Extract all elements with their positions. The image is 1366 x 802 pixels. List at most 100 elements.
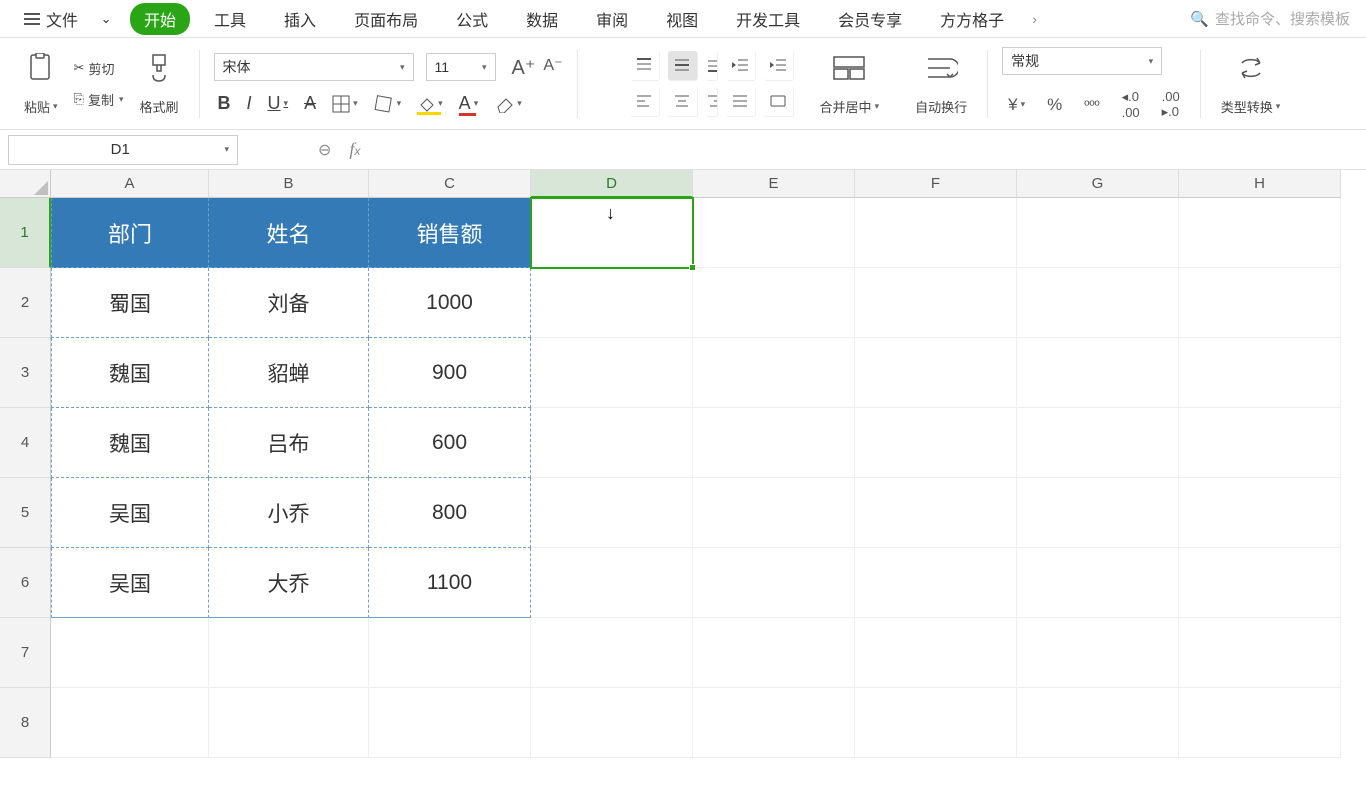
cell[interactable] [1179, 548, 1341, 618]
decrease-decimal-button[interactable]: ◂.0.00 [1122, 89, 1140, 120]
increase-decimal-button[interactable]: .00▸.0 [1162, 89, 1180, 120]
column-header[interactable]: B [209, 170, 369, 198]
cell[interactable] [855, 478, 1017, 548]
increase-indent-button[interactable] [764, 51, 794, 81]
distribute-button[interactable] [764, 87, 794, 117]
borders-button[interactable]: ▾ [332, 95, 358, 113]
align-center-button[interactable] [668, 87, 698, 117]
format-painter-button[interactable]: 格式刷 [134, 51, 185, 116]
file-menu-button[interactable]: 文件 [14, 3, 88, 35]
tab-formula[interactable]: 公式 [442, 1, 502, 37]
column-header[interactable]: H [1179, 170, 1341, 198]
select-all-corner[interactable] [0, 170, 51, 198]
tab-data[interactable]: 数据 [512, 1, 572, 37]
column-header[interactable]: E [693, 170, 855, 198]
column-header[interactable]: G [1017, 170, 1179, 198]
cell[interactable] [369, 688, 531, 758]
font-name-select[interactable]: 宋体▾ [214, 53, 414, 81]
font-size-select[interactable]: 11▾ [426, 53, 496, 81]
tab-review[interactable]: 审阅 [582, 1, 642, 37]
cell[interactable] [693, 478, 855, 548]
cell[interactable] [855, 338, 1017, 408]
cell[interactable]: 吴国 [51, 478, 209, 548]
cell[interactable] [693, 618, 855, 688]
cell[interactable]: 600 [369, 408, 531, 478]
type-convert-button[interactable]: 类型转换▾ [1215, 51, 1287, 116]
cell[interactable] [1179, 268, 1341, 338]
fill-color-button[interactable]: ▾ [417, 95, 443, 113]
decrease-font-icon[interactable]: A⁻ [543, 55, 562, 80]
cell[interactable] [1179, 338, 1341, 408]
cell[interactable]: 大乔 [209, 548, 369, 618]
row-header[interactable]: 8 [0, 688, 51, 758]
name-box[interactable]: D1 ▾ [8, 135, 238, 165]
cell[interactable] [1017, 688, 1179, 758]
cell[interactable]: 900 [369, 338, 531, 408]
strikethrough-button[interactable]: A [304, 93, 316, 114]
align-bottom-button[interactable] [706, 51, 718, 81]
row-header[interactable]: 2 [0, 268, 51, 338]
row-header[interactable]: 4 [0, 408, 51, 478]
tab-tools[interactable]: 工具 [200, 1, 260, 37]
currency-button[interactable]: ¥▾ [1008, 89, 1025, 120]
cell[interactable] [1179, 408, 1341, 478]
row-header[interactable]: 3 [0, 338, 51, 408]
cell[interactable] [1179, 688, 1341, 758]
cell[interactable]: 吴国 [51, 548, 209, 618]
italic-button[interactable]: I [247, 93, 252, 114]
cell[interactable] [531, 548, 693, 618]
underline-button[interactable]: U▾ [268, 93, 289, 114]
cell[interactable] [51, 618, 209, 688]
tab-view[interactable]: 视图 [652, 1, 712, 37]
cell[interactable]: 魏国 [51, 338, 209, 408]
cell[interactable]: 刘备 [209, 268, 369, 338]
tab-start[interactable]: 开始 [130, 3, 190, 35]
font-color-button[interactable]: A▾ [459, 93, 479, 114]
tab-developer[interactable]: 开发工具 [722, 1, 814, 37]
column-header[interactable]: F [855, 170, 1017, 198]
cell[interactable] [1179, 478, 1341, 548]
tab-insert[interactable]: 插入 [270, 1, 330, 37]
wrap-text-button[interactable]: 自动换行 [909, 51, 973, 116]
cell[interactable]: 部门 [51, 198, 209, 268]
cells-area[interactable]: 部门姓名销售额蜀国刘备1000魏国貂蝉900魏国吕布600吴国小乔800吴国大乔… [51, 198, 1366, 802]
cell[interactable]: 貂蝉 [209, 338, 369, 408]
fill-pattern-button[interactable]: ▾ [374, 95, 402, 113]
row-header[interactable]: 1 [0, 198, 51, 268]
increase-font-icon[interactable]: A⁺ [512, 55, 536, 80]
cell[interactable]: 800 [369, 478, 531, 548]
column-header[interactable]: A [51, 170, 209, 198]
tab-fangfang[interactable]: 方方格子 [926, 1, 1018, 37]
paste-button[interactable]: 粘贴▾ [18, 51, 64, 116]
copy-button[interactable]: ⎘复制▾ [70, 88, 128, 111]
bold-button[interactable]: B [218, 93, 231, 114]
cell[interactable] [1017, 548, 1179, 618]
cell[interactable]: 蜀国 [51, 268, 209, 338]
cell[interactable] [531, 688, 693, 758]
align-left-button[interactable] [630, 87, 660, 117]
align-middle-button[interactable] [668, 51, 698, 81]
cell[interactable] [1017, 408, 1179, 478]
number-format-select[interactable]: 常规▾ [1002, 47, 1162, 75]
cell[interactable] [693, 338, 855, 408]
tabs-scroll-right[interactable]: › [1024, 7, 1045, 31]
formula-input[interactable] [366, 135, 1366, 165]
cell[interactable]: 吕布 [209, 408, 369, 478]
row-header[interactable]: 6 [0, 548, 51, 618]
cell[interactable] [855, 548, 1017, 618]
decrease-indent-button[interactable] [726, 51, 756, 81]
cell[interactable] [531, 338, 693, 408]
cell[interactable]: 1100 [369, 548, 531, 618]
row-header[interactable]: 7 [0, 618, 51, 688]
cut-button[interactable]: ✂剪切 [70, 57, 128, 80]
cell[interactable] [531, 268, 693, 338]
cell[interactable] [531, 618, 693, 688]
cell[interactable] [855, 198, 1017, 268]
cell[interactable] [51, 688, 209, 758]
justify-button[interactable] [726, 87, 756, 117]
cell[interactable]: 销售额 [369, 198, 531, 268]
column-header[interactable]: D [531, 170, 693, 198]
cell[interactable] [693, 268, 855, 338]
cell[interactable] [855, 408, 1017, 478]
cell[interactable] [1017, 618, 1179, 688]
